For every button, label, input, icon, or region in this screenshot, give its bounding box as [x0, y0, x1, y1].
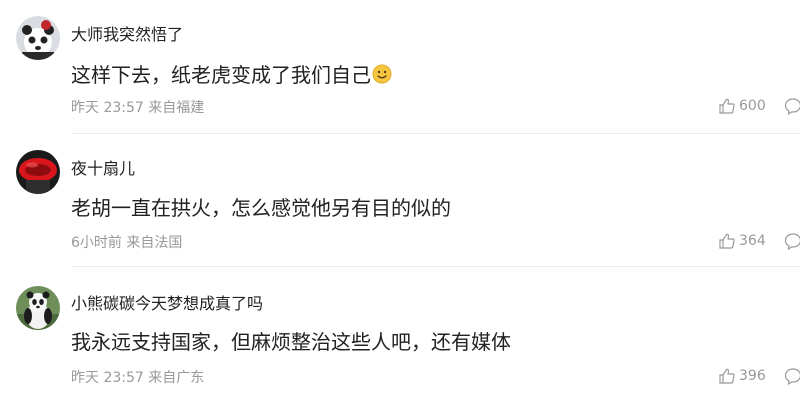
comment-meta: 6小时前 来自法国 — [71, 232, 182, 252]
like-count: 600 — [739, 98, 766, 114]
comment-text-content: 这样下去，纸老虎变成了我们自己 — [71, 63, 371, 87]
avatar[interactable] — [16, 150, 60, 194]
divider — [71, 266, 800, 267]
comment-item: 大师我突然悟了 这样下去，纸老虎变成了我们自己 昨天 23:57 来自福建 60… — [0, 0, 800, 134]
comment-location: 来自福建 — [148, 100, 205, 116]
comment-username[interactable]: 夜十扇儿 — [71, 155, 135, 179]
comment-text: 这样下去，纸老虎变成了我们自己 — [71, 59, 392, 88]
comment-location: 来自广东 — [148, 370, 205, 386]
smile-emoji-icon — [372, 64, 392, 84]
comment-meta: 昨天 23:57 来自广东 — [71, 367, 204, 387]
avatar[interactable] — [16, 286, 60, 330]
comment-text: 老胡一直在拱火，怎么感觉他另有目的似的 — [71, 196, 451, 220]
comment-bubble-icon[interactable] — [784, 232, 800, 250]
like-count: 364 — [739, 233, 766, 249]
comment-meta: 昨天 23:57 来自福建 — [71, 97, 204, 117]
panda-photo-avatar-icon — [16, 286, 60, 330]
like-button[interactable]: 396 — [718, 367, 766, 385]
comment-item: 夜十扇儿 老胡一直在拱火，怎么感觉他另有目的似的 6小时前 来自法国 364 — [0, 134, 800, 268]
thumbs-up-icon — [719, 368, 735, 384]
red-lips-avatar-icon — [16, 150, 60, 194]
thumbs-up-icon — [719, 98, 735, 114]
comment-bubble-icon[interactable] — [784, 367, 800, 385]
panda-avatar-icon — [16, 16, 60, 60]
comment-time: 昨天 23:57 — [71, 370, 144, 386]
comment-bubble-icon[interactable] — [784, 97, 800, 115]
like-button[interactable]: 600 — [718, 97, 766, 115]
comment-username[interactable]: 大师我突然悟了 — [71, 21, 183, 45]
comment-time: 6小时前 — [71, 235, 122, 251]
comment-username[interactable]: 小熊碳碳今天梦想成真了吗 — [71, 290, 263, 314]
avatar[interactable] — [16, 16, 60, 60]
like-button[interactable]: 364 — [718, 232, 766, 250]
comment-item: 小熊碳碳今天梦想成真了吗 我永远支持国家，但麻烦整治这些人吧，还有媒体 昨天 2… — [0, 268, 800, 402]
comment-text: 我永远支持国家，但麻烦整治这些人吧，还有媒体 — [71, 330, 511, 354]
like-count: 396 — [739, 368, 766, 384]
comment-location: 来自法国 — [126, 235, 183, 251]
comment-time: 昨天 23:57 — [71, 100, 144, 116]
thumbs-up-icon — [719, 233, 735, 249]
